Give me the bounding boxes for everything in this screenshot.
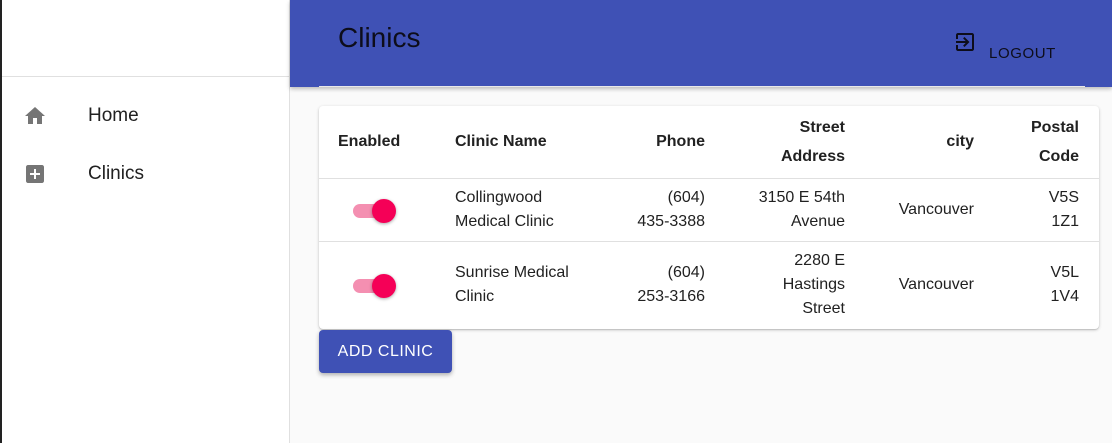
plus-box-icon: [26, 165, 44, 183]
logout-button[interactable]: LOGOUT: [953, 22, 1056, 62]
logout-label: LOGOUT: [989, 45, 1056, 62]
clinics-table-card: Enabled Clinic Name Phone Street Address…: [319, 106, 1099, 329]
postal-code-cell: V5L 1V4: [1050, 263, 1079, 305]
clinic-name-cell: Sunrise Medical Clinic: [455, 263, 569, 305]
column-header-street-address: Street Address: [705, 106, 845, 179]
exit-icon: [956, 33, 974, 51]
sidebar-item-label: Clinics: [88, 163, 144, 184]
table-header-row: Enabled Clinic Name Phone Street Address…: [319, 106, 1099, 179]
column-header-clinic-name: Clinic Name: [436, 106, 586, 179]
sidebar-item-label: Home: [88, 105, 139, 126]
table-row: Collingwood Medical Clinic (604) 435-338…: [319, 178, 1099, 242]
home-icon: [25, 107, 45, 124]
city-cell: Vancouver: [845, 178, 974, 242]
postal-code-cell: V5S 1Z1: [974, 178, 1099, 242]
enabled-cell: [319, 241, 436, 328]
column-header-postal-code: Postal Code: [974, 106, 1099, 179]
phone-cell: (604) 253-3166: [637, 263, 705, 305]
city-cell: Vancouver: [898, 275, 974, 293]
add-clinic-button[interactable]: ADD CLINIC: [319, 330, 452, 373]
table-row: Sunrise Medical Clinic (604) 253-3166 22…: [319, 241, 1099, 328]
sidebar-item-clinics[interactable]: Clinics: [2, 145, 289, 203]
street-address-cell: 3150 E 54th Avenue: [705, 178, 845, 242]
sidebar: Home Clinics: [2, 0, 290, 443]
column-header-enabled: Enabled: [319, 106, 436, 179]
clinics-table: Enabled Clinic Name Phone Street Address…: [319, 106, 1099, 328]
sidebar-item-home[interactable]: Home: [2, 87, 289, 145]
street-address-cell: 2280 E Hastings Street: [782, 251, 845, 317]
toggle-thumb: [372, 273, 396, 298]
column-header-phone: Phone: [586, 106, 705, 179]
phone-cell: (604) 435-3388: [586, 178, 705, 242]
header-divider: [319, 86, 1085, 87]
toggle-thumb: [372, 198, 396, 223]
enabled-toggle[interactable]: [351, 272, 399, 298]
column-header-city: city: [845, 106, 974, 179]
enabled-cell: [319, 178, 436, 242]
app-bar: Clinics LOGOUT: [290, 0, 1112, 87]
enabled-toggle[interactable]: [351, 197, 399, 223]
page-title: Clinics: [338, 22, 421, 53]
clinic-name-cell: Collingwood Medical Clinic: [436, 178, 586, 242]
sidebar-header: [2, 0, 289, 77]
